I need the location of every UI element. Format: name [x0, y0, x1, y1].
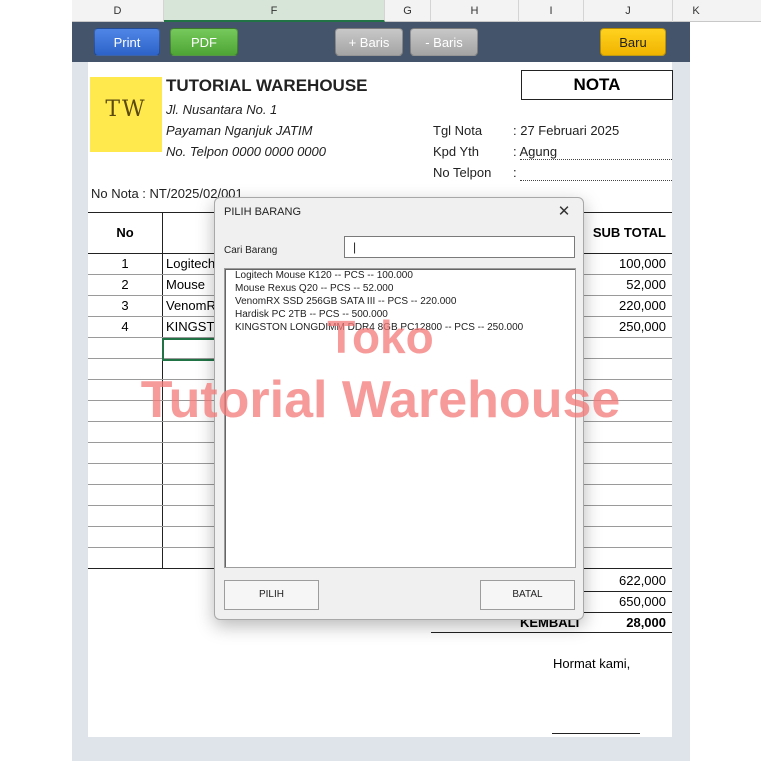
row-item-name: KINGST — [166, 319, 215, 334]
column-header-g[interactable]: G — [385, 0, 431, 22]
row-number-empty — [88, 527, 163, 547]
closing-regards: Hormat kami, — [553, 656, 631, 671]
row-number-empty — [88, 485, 163, 505]
company-logo: TW — [90, 77, 162, 152]
document-title: NOTA — [521, 70, 673, 100]
paid-value: 650,000 — [619, 594, 666, 609]
row-number-empty — [88, 401, 163, 421]
row-number-empty — [88, 422, 163, 442]
row-number: 4 — [88, 317, 163, 337]
logo-monogram: TW — [105, 97, 147, 122]
header-no: No — [88, 213, 163, 253]
company-phone: No. Telpon 0000 0000 0000 — [166, 144, 326, 159]
list-item[interactable]: VenomRX SSD 256GB SATA III -- PCS -- 220… — [235, 296, 456, 307]
add-row-button[interactable]: + Baris — [335, 28, 403, 56]
row-number-empty — [88, 359, 163, 379]
item-listbox[interactable]: Logitech Mouse K120 -- PCS -- 100.000 Mo… — [224, 268, 576, 568]
row-number-empty — [88, 464, 163, 484]
search-label: Cari Barang — [224, 245, 278, 256]
active-cell-selection[interactable] — [162, 338, 222, 361]
column-header-d[interactable]: D — [72, 0, 164, 22]
sheet-margin-right — [672, 62, 690, 761]
row-number: 3 — [88, 296, 163, 316]
row-number-empty — [88, 506, 163, 526]
row-number-empty — [88, 338, 163, 358]
column-header-j[interactable]: J — [584, 0, 673, 22]
list-item[interactable]: Logitech Mouse K120 -- PCS -- 100.000 — [235, 270, 413, 281]
company-address-line2: Payaman Nganjuk JATIM — [166, 123, 313, 138]
company-name: TUTORIAL WAREHOUSE — [166, 76, 368, 95]
row-subtotal: 220,000 — [619, 298, 666, 313]
excel-window: D F G H I J K Print PDF + Baris - Baris … — [0, 0, 761, 761]
column-header-f[interactable]: F — [164, 0, 385, 22]
customer-label: Kpd Yth — [433, 144, 480, 159]
new-invoice-button[interactable]: Baru — [600, 28, 666, 56]
sheet-margin-left — [72, 62, 88, 761]
list-item[interactable]: Hardisk PC 2TB -- PCS -- 500.000 — [235, 309, 388, 320]
search-input[interactable]: | — [344, 236, 575, 258]
pilih-barang-dialog: PILIH BARANG ✕ Cari Barang | Logitech Mo… — [214, 197, 584, 620]
list-item[interactable]: Mouse Rexus Q20 -- PCS -- 52.000 — [235, 283, 393, 294]
customer-phone-value[interactable]: : — [513, 165, 517, 180]
customer-phone-underline — [520, 180, 672, 181]
close-icon[interactable]: ✕ — [553, 202, 575, 222]
delete-row-button[interactable]: - Baris — [410, 28, 478, 56]
select-button[interactable]: PILIH — [224, 580, 319, 610]
cancel-button[interactable]: BATAL — [480, 580, 575, 610]
row-number-empty — [88, 380, 163, 400]
pdf-button[interactable]: PDF — [170, 28, 238, 56]
column-header-i[interactable]: I — [519, 0, 584, 22]
customer-underline — [520, 159, 672, 160]
row-subtotal: 250,000 — [619, 319, 666, 334]
change-value: 28,000 — [626, 615, 666, 630]
dialog-title: PILIH BARANG — [224, 206, 302, 218]
signature-line — [552, 733, 640, 734]
print-button[interactable]: Print — [94, 28, 160, 56]
row-item-name: Logitech — [166, 256, 216, 271]
customer-phone-label: No Telpon — [433, 165, 492, 180]
row-number-empty — [88, 443, 163, 463]
column-header-k[interactable]: K — [688, 0, 704, 22]
invoice-date-value[interactable]: : 27 Februari 2025 — [513, 123, 619, 138]
column-header-k-area: K — [690, 0, 761, 22]
column-header-bar: D F G H I J — [72, 0, 690, 22]
row-subtotal: 100,000 — [619, 256, 666, 271]
row-number: 2 — [88, 275, 163, 295]
change-line — [431, 632, 672, 633]
company-address-line1: Jl. Nusantara No. 1 — [166, 102, 278, 117]
total-value: 622,000 — [619, 573, 666, 588]
macro-toolbar: Print PDF + Baris - Baris Baru — [72, 22, 690, 62]
row-item-name: Mouse — [166, 277, 206, 292]
row-subtotal: 52,000 — [626, 277, 666, 292]
sheet-margin-bottom — [88, 737, 672, 761]
row-number: 1 — [88, 254, 163, 274]
row-item-name: VenomR — [166, 298, 216, 313]
header-subtotal: SUB TOTAL — [592, 225, 666, 240]
row-number-empty — [88, 548, 163, 568]
customer-value[interactable]: : Agung — [513, 144, 557, 159]
list-item[interactable]: KINGSTON LONGDIMM DDR4 8GB PC12800 -- PC… — [235, 322, 523, 333]
column-header-h[interactable]: H — [431, 0, 519, 22]
invoice-date-label: Tgl Nota — [433, 123, 483, 138]
